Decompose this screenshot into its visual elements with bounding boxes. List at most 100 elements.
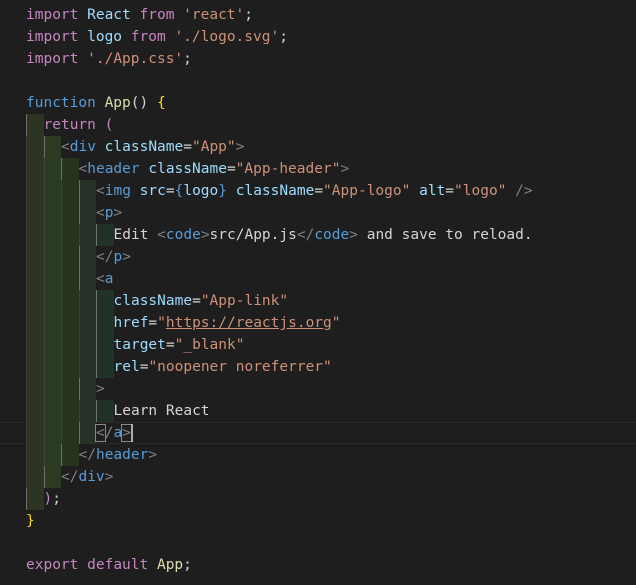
code-line[interactable]: </div> (0, 466, 636, 488)
code-text: import logo from './logo.svg'; (26, 26, 288, 48)
code-line[interactable]: <a (0, 268, 636, 290)
indent-band (61, 422, 79, 444)
indent-guide (61, 356, 62, 378)
code-token: function (26, 95, 96, 111)
indent-guide (78, 334, 80, 356)
indent-band (26, 488, 44, 510)
code-line[interactable]: export default App; (0, 554, 636, 576)
indent-band (61, 356, 79, 378)
code-line[interactable]: Learn React (0, 400, 636, 422)
code-line[interactable]: <header className="App-header"> (0, 158, 636, 180)
code-line[interactable]: return ( (0, 114, 636, 136)
code-line[interactable]: import './App.css'; (0, 48, 636, 70)
code-line[interactable]: <img src={logo} className="App-logo" alt… (0, 180, 636, 202)
code-token: > (340, 161, 350, 177)
code-line[interactable]: <p> (0, 202, 636, 224)
indent-guide (61, 312, 62, 334)
code-token: code (314, 227, 350, 243)
indent-guide (43, 158, 45, 180)
code-token: = (314, 183, 324, 199)
indent-guide (78, 400, 80, 422)
indent-guide (96, 312, 97, 334)
code-text: <a (96, 268, 113, 290)
code-token: > (121, 424, 132, 442)
code-token: > (200, 227, 210, 243)
code-line[interactable]: target="_blank" (0, 334, 636, 356)
code-token: = (445, 183, 455, 199)
code-token: './App.css' (87, 51, 184, 67)
code-token: > (104, 469, 114, 485)
code-token: className (148, 161, 227, 177)
code-line[interactable]: className="App-link" (0, 290, 636, 312)
indent-guide (61, 422, 62, 444)
indent-band (26, 268, 44, 290)
code-token: < (96, 183, 105, 199)
code-line[interactable]: import logo from './logo.svg'; (0, 26, 636, 48)
indent-guide (26, 378, 27, 400)
indent-band (78, 268, 96, 290)
indent-guide (78, 224, 80, 246)
indent-guide (61, 180, 62, 202)
indent-band (26, 334, 44, 356)
code-token: = (148, 315, 158, 331)
code-editor[interactable]: import React from 'react'; import logo fr… (0, 0, 636, 585)
code-line[interactable]: Edit <code>src/App.js</code> and save to… (0, 224, 636, 246)
indent-guide (26, 246, 27, 268)
indent-band (26, 422, 44, 444)
code-token: > (148, 447, 158, 463)
code-text: </header> (79, 444, 158, 466)
code-line[interactable]: </p> (0, 246, 636, 268)
code-line[interactable]: import React from 'react'; (0, 4, 636, 26)
indent-guide (43, 422, 45, 444)
code-token: < (96, 271, 105, 287)
code-token: import (26, 7, 79, 23)
indent-band (26, 356, 44, 378)
code-line[interactable]: <div className="App"> (0, 136, 636, 158)
indent-guide (26, 158, 27, 180)
url-link[interactable]: https://reactjs.org (166, 315, 332, 331)
code-text: </a> (95, 422, 132, 444)
indent-band (61, 312, 79, 334)
code-line[interactable]: ); (0, 488, 636, 510)
code-text: <p> (96, 202, 122, 224)
code-token: < (78, 161, 88, 177)
indent-band (61, 444, 79, 466)
indent-guide (78, 180, 80, 202)
code-line[interactable]: </a> (0, 422, 636, 444)
code-text: </div> (61, 466, 113, 488)
code-token: ; (52, 491, 61, 507)
code-line[interactable] (0, 70, 636, 92)
indent-band (61, 268, 79, 290)
code-token: React (78, 7, 140, 23)
indent-guide (43, 356, 45, 378)
code-token: "App-logo" (323, 183, 411, 199)
indent-band (26, 202, 44, 224)
code-line[interactable]: </header> (0, 444, 636, 466)
code-token: className (113, 293, 193, 309)
indent-guide (26, 356, 27, 378)
indent-guide (78, 202, 80, 224)
indent-band (26, 312, 44, 334)
code-line[interactable]: rel="noopener noreferrer" (0, 356, 636, 378)
indent-guide (78, 378, 80, 400)
code-line[interactable]: > (0, 378, 636, 400)
indent-band (43, 422, 61, 444)
code-token: App (104, 95, 131, 111)
indent-guide (43, 378, 45, 400)
indent-guide (26, 114, 27, 136)
code-token: return (43, 117, 96, 133)
code-text: rel="noopener noreferrer" (114, 356, 332, 378)
indent-guide (61, 290, 62, 312)
indent-band (43, 290, 61, 312)
code-line[interactable]: function App() { (0, 92, 636, 114)
code-line[interactable]: } (0, 510, 636, 532)
code-line[interactable] (0, 532, 636, 554)
code-token: /> (506, 183, 533, 199)
code-line[interactable]: href="https://reactjs.org" (0, 312, 636, 334)
indent-band (78, 180, 96, 202)
indent-band (43, 378, 61, 400)
